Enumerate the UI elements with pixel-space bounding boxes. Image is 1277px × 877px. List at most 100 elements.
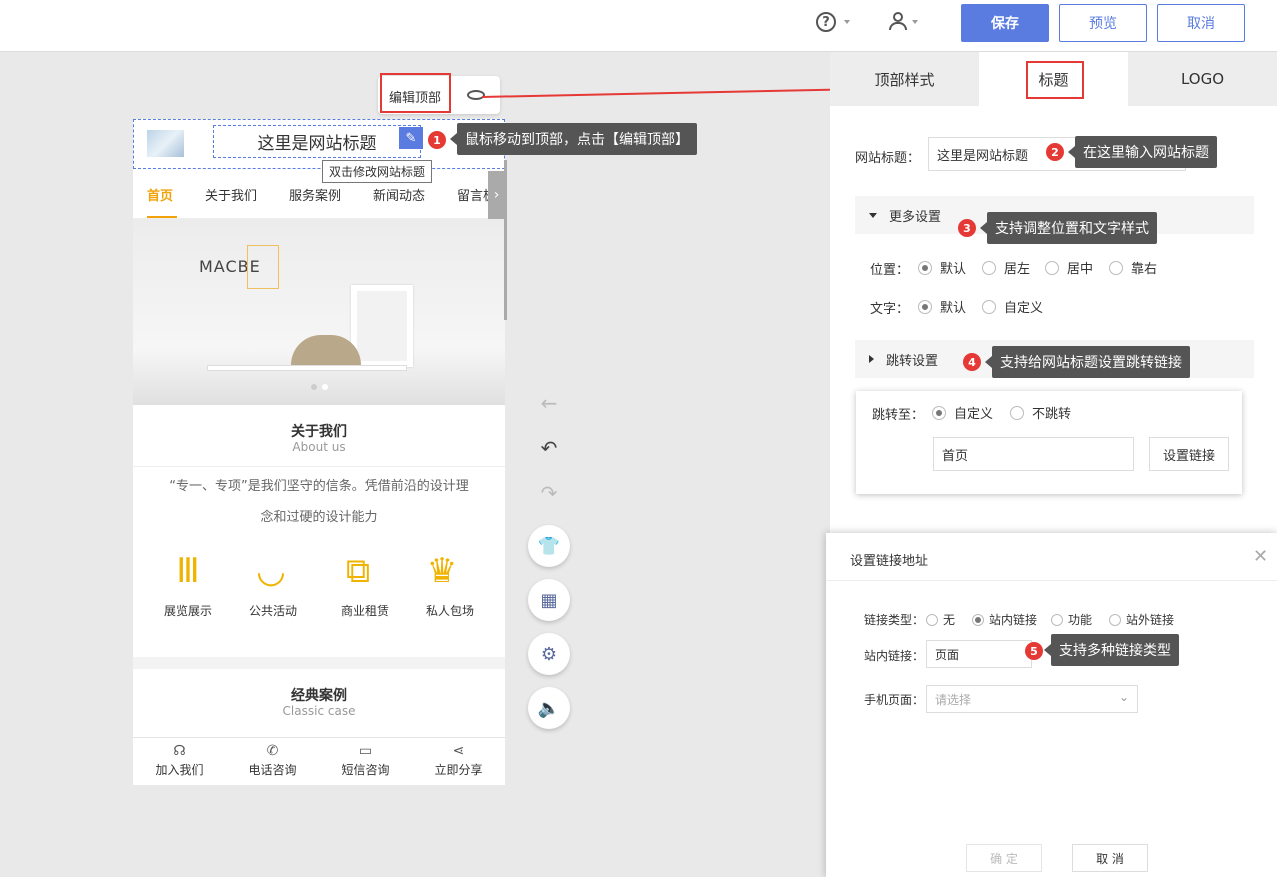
message-icon: ▭ xyxy=(358,743,373,759)
arrow-left-icon[interactable]: ← xyxy=(529,391,569,415)
share-icon: ⋖ xyxy=(452,743,465,759)
nav-item-news[interactable]: 新闻动态 xyxy=(373,185,425,204)
dialog-confirm-button[interactable]: 确 定 xyxy=(966,844,1042,872)
radio-label: 功能 xyxy=(1068,613,1093,627)
position-option-left[interactable]: 居左 xyxy=(982,258,1030,277)
link-type-external[interactable]: 站外链接 xyxy=(1109,611,1174,628)
text-label: 文字： xyxy=(870,302,910,317)
join-us-button[interactable]: ☊ 加入我们 xyxy=(133,738,226,785)
share-button[interactable]: ⋖ 立即分享 xyxy=(412,738,505,785)
link-type-label: 链接类型： xyxy=(864,613,925,627)
modules-grid-icon[interactable]: ▦ xyxy=(528,579,570,621)
feature-label: 私人包场 xyxy=(425,604,474,618)
radio-icon xyxy=(972,613,984,626)
chevron-right-icon[interactable]: › xyxy=(488,171,505,219)
radio-label: 靠右 xyxy=(1131,262,1158,277)
position-label: 位置： xyxy=(870,263,910,278)
annotation-badge: 5 xyxy=(1025,642,1043,660)
double-click-tooltip: 双击修改网站标题 xyxy=(322,160,433,183)
section-gap xyxy=(133,657,505,669)
link-type-internal[interactable]: 站内链接 xyxy=(972,611,1037,628)
speaker-icon[interactable]: 🔈 xyxy=(528,687,570,729)
nav-item-about[interactable]: 关于我们 xyxy=(205,185,257,204)
radio-label: 无 xyxy=(943,613,956,627)
undo-icon[interactable]: ↶ xyxy=(529,436,569,460)
cases-subtitle: Classic case xyxy=(282,704,356,718)
site-title-label: 网站标题： xyxy=(855,151,921,166)
set-link-button[interactable]: 设置链接 xyxy=(1149,437,1229,471)
smile-curve-icon: ◡ xyxy=(256,551,286,591)
annotation-callout: 支持多种链接类型 xyxy=(1044,634,1179,666)
carousel-dot[interactable] xyxy=(311,384,317,390)
mobile-page-label: 手机页面： xyxy=(864,693,925,707)
nav-item-cases[interactable]: 服务案例 xyxy=(289,185,341,204)
radio-icon xyxy=(982,299,996,314)
pillar-icon: Ⅲ xyxy=(176,551,200,591)
banner-table-image xyxy=(207,365,407,371)
mobile-page-select[interactable]: 请选择 xyxy=(926,685,1138,713)
save-button[interactable]: 保存 xyxy=(961,4,1049,42)
nav-active-underline xyxy=(147,216,177,218)
position-option-center[interactable]: 居中 xyxy=(1045,258,1093,277)
radio-label: 自定义 xyxy=(954,407,994,422)
radio-icon xyxy=(1010,405,1024,420)
feature-label: 商业租赁 xyxy=(340,604,389,618)
radio-icon xyxy=(918,260,932,275)
user-icon[interactable] xyxy=(893,12,903,22)
jump-option-none[interactable]: 不跳转 xyxy=(1010,403,1071,422)
jump-settings-label: 跳转设置 xyxy=(886,353,939,369)
user-icon-body xyxy=(889,22,907,30)
radio-label: 不跳转 xyxy=(1032,407,1072,422)
radio-icon xyxy=(982,260,996,275)
position-option-default[interactable]: 默认 xyxy=(918,258,966,277)
text-option-default[interactable]: 默认 xyxy=(918,297,966,316)
banner: MACBE xyxy=(133,219,505,405)
dialog-cancel-button[interactable]: 取 消 xyxy=(1072,844,1148,872)
site-nav: 首页 关于我们 服务案例 新闻动态 留言板 xyxy=(133,171,505,219)
phone-consult-button[interactable]: ✆ 电话咨询 xyxy=(226,738,319,785)
sms-consult-button[interactable]: ▭ 短信咨询 xyxy=(319,738,412,785)
scrollbar[interactable] xyxy=(504,160,507,320)
bottom-action-bar: ☊ 加入我们 ✆ 电话咨询 ▭ 短信咨询 ⋖ 立即分享 xyxy=(133,737,505,785)
annotation-callout: 在这里输入网站标题 xyxy=(1068,136,1217,168)
redo-icon[interactable]: ↷ xyxy=(529,481,569,505)
link-type-none[interactable]: 无 xyxy=(926,611,955,628)
site-title[interactable]: 这里是网站标题 xyxy=(213,125,421,158)
cancel-button[interactable]: 取消 xyxy=(1157,4,1245,42)
annotation-badge: 1 xyxy=(428,131,446,149)
dialog-divider xyxy=(826,580,1277,581)
text-option-custom[interactable]: 自定义 xyxy=(982,297,1043,316)
radio-label: 站内链接 xyxy=(989,613,1038,627)
about-subtitle: About us xyxy=(292,440,346,454)
theme-shirt-icon[interactable]: 👕 xyxy=(528,525,570,567)
tab-logo[interactable]: LOGO xyxy=(1128,52,1277,106)
radio-label: 默认 xyxy=(940,301,967,316)
banner-frame-image xyxy=(351,285,413,367)
preview-button[interactable]: 预览 xyxy=(1059,4,1147,42)
edit-top-button[interactable]: 编辑顶部 xyxy=(389,87,441,106)
close-icon[interactable]: ✕ xyxy=(1253,546,1268,567)
chevron-down-icon: ⌄ xyxy=(1119,690,1130,704)
about-text-line1: “专一、专项”是我们坚守的信条。凭借前沿的设计理 xyxy=(169,479,469,494)
divider xyxy=(133,466,505,467)
feature-label: 展览展示 xyxy=(163,604,212,618)
highlight-box xyxy=(1026,61,1084,99)
site-link-label: 站内链接： xyxy=(864,649,925,663)
nav-item-home[interactable]: 首页 xyxy=(147,185,173,204)
link-type-function[interactable]: 功能 xyxy=(1051,611,1092,628)
jump-target-input[interactable]: 首页 xyxy=(933,437,1134,471)
jump-option-custom[interactable]: 自定义 xyxy=(932,403,993,422)
help-icon[interactable]: ? xyxy=(816,12,836,32)
carousel-dot-active[interactable] xyxy=(322,384,328,390)
about-title: 关于我们 xyxy=(291,424,347,440)
pencil-icon[interactable]: ✎ xyxy=(399,127,423,149)
tab-header-style[interactable]: 顶部样式 xyxy=(830,52,979,106)
phone-icon: ✆ xyxy=(266,743,279,759)
more-settings-label: 更多设置 xyxy=(889,209,942,225)
headset-icon: ☊ xyxy=(173,743,186,759)
settings-gear-icon[interactable]: ⚙ xyxy=(528,633,570,675)
position-option-right[interactable]: 靠右 xyxy=(1109,258,1157,277)
radio-icon xyxy=(1109,613,1121,626)
site-link-select[interactable]: 页面 xyxy=(926,640,1032,668)
site-logo[interactable] xyxy=(147,130,184,157)
